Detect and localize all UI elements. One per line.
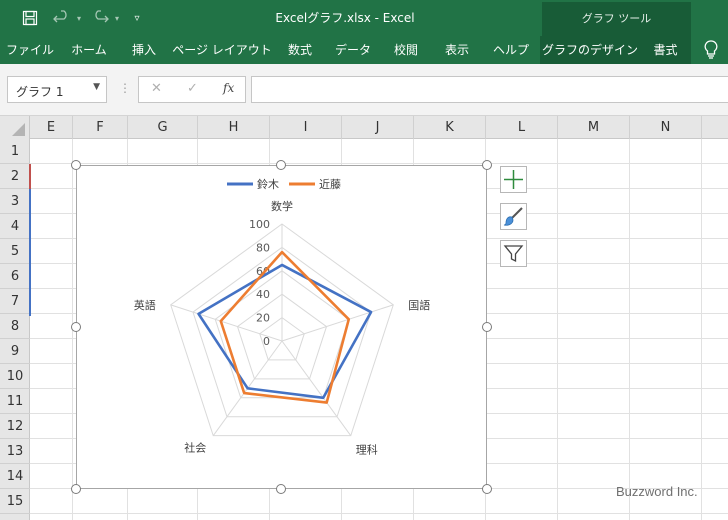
category-label: 理科 xyxy=(356,443,378,457)
radar-tick-label: 80 xyxy=(256,241,270,254)
plus-icon xyxy=(504,170,523,189)
row-header-9[interactable]: 9 xyxy=(0,339,30,364)
filter-funnel-icon xyxy=(503,245,524,263)
tab-3[interactable]: ページ レイアウト xyxy=(170,36,274,64)
tab-6[interactable]: 校閲 xyxy=(380,36,432,64)
tell-me-lightbulb-icon[interactable] xyxy=(704,40,724,60)
category-label: 国語 xyxy=(408,298,430,312)
resize-handle-bottom-left[interactable] xyxy=(71,484,81,494)
tab-9[interactable]: グラフのデザイン xyxy=(540,36,640,64)
select-all-button[interactable] xyxy=(0,116,30,139)
chevron-down-icon[interactable]: ▼ xyxy=(93,82,100,92)
enter-check-icon[interactable]: ✓ xyxy=(187,81,198,96)
formula-bar-grip-icon: ⋮ xyxy=(119,81,131,95)
column-header-M[interactable]: M xyxy=(558,116,630,139)
resize-handle-bottom-right[interactable] xyxy=(482,484,492,494)
row-header-10[interactable]: 10 xyxy=(0,364,30,389)
formula-input[interactable] xyxy=(251,76,728,103)
select-all-triangle-icon xyxy=(12,123,25,136)
column-header-G[interactable]: G xyxy=(128,116,198,139)
tab-8[interactable]: ヘルプ xyxy=(482,36,540,64)
ribbon-tabs: ファイル ホーム 挿入 ページ レイアウト 数式 データ 校閲 表示 ヘルプ グラフのデザイン 書式 xyxy=(0,36,728,64)
radar-chart[interactable]: 0 20 40 60 80 100 数学 国語 理科 社会 英語 鈴木 近藤 xyxy=(76,165,487,489)
legend-entry: 鈴木 xyxy=(257,177,279,191)
chart-styles-button[interactable] xyxy=(500,203,527,230)
resize-handle-right[interactable] xyxy=(482,322,492,332)
formula-bar-buttons: ✕ ✓ fx xyxy=(138,76,246,103)
watermark: Buzzword Inc. xyxy=(616,484,698,499)
name-box-value: グラフ 1 xyxy=(16,85,64,99)
row-header-6[interactable]: 6 xyxy=(0,264,30,289)
resize-handle-left[interactable] xyxy=(71,322,81,332)
column-header-E[interactable]: E xyxy=(30,116,73,139)
paintbrush-icon xyxy=(503,207,523,226)
tab-10[interactable]: 書式 xyxy=(640,36,691,64)
grid-row-line xyxy=(30,513,728,514)
resize-handle-top-left[interactable] xyxy=(71,160,81,170)
row-header-7[interactable]: 7 xyxy=(0,289,30,314)
row-header-14[interactable]: 14 xyxy=(0,464,30,489)
category-label: 数学 xyxy=(271,199,293,213)
chart-elements-button[interactable] xyxy=(500,166,527,193)
column-header-F[interactable]: F xyxy=(73,116,128,139)
tab-1[interactable]: ホーム xyxy=(60,36,118,64)
name-box[interactable]: グラフ 1 ▼ xyxy=(7,76,107,103)
radar-tick-label: 0 xyxy=(263,335,270,348)
column-header-J[interactable]: J xyxy=(342,116,414,139)
resize-handle-bottom[interactable] xyxy=(276,484,286,494)
row-header-2[interactable]: 2 xyxy=(0,164,30,189)
tab-5[interactable]: データ xyxy=(326,36,380,64)
radar-tick-label: 20 xyxy=(256,312,270,325)
row-header-13[interactable]: 13 xyxy=(0,439,30,464)
radar-tick-label: 40 xyxy=(256,288,270,301)
category-label: 英語 xyxy=(134,298,156,312)
chart-tools-label: グラフ ツール xyxy=(581,12,652,25)
row-header-4[interactable]: 4 xyxy=(0,214,30,239)
tab-7[interactable]: 表示 xyxy=(432,36,482,64)
radar-chart-svg: 020406080100数学国語理科社会英語鈴木 近藤 xyxy=(134,177,431,457)
column-header-N[interactable]: N xyxy=(630,116,702,139)
resize-handle-top[interactable] xyxy=(276,160,286,170)
cancel-icon[interactable]: ✕ xyxy=(151,81,162,96)
row-header-8[interactable]: 8 xyxy=(0,314,30,339)
column-header-H[interactable]: H xyxy=(198,116,270,139)
row-header-12[interactable]: 12 xyxy=(0,414,30,439)
row-header-15[interactable]: 15 xyxy=(0,489,30,514)
tab-2[interactable]: 挿入 xyxy=(118,36,170,64)
tab-4[interactable]: 数式 xyxy=(274,36,326,64)
column-header-I[interactable]: I xyxy=(270,116,342,139)
insert-function-icon[interactable]: fx xyxy=(223,81,234,95)
row-header-3[interactable]: 3 xyxy=(0,189,30,214)
selected-range-border-red xyxy=(29,164,32,189)
column-headers: EFGHIJKLMN xyxy=(0,116,728,139)
category-label: 社会 xyxy=(184,441,206,455)
row-header-1[interactable]: 1 xyxy=(0,139,30,164)
grid-row-line xyxy=(30,163,728,164)
column-header-K[interactable]: K xyxy=(414,116,486,139)
resize-handle-top-right[interactable] xyxy=(482,160,492,170)
title-bar: ▾ ▾ ▿ Excelグラフ.xlsx - Excel グラフ ツール xyxy=(0,0,728,36)
row-headers: 1 2 3 4 5 6 7 8 9 10 11 12 13 14 15 xyxy=(0,139,30,520)
legend-entry: 近藤 xyxy=(319,178,341,191)
chart-filters-button[interactable] xyxy=(500,240,527,267)
column-header-L[interactable]: L xyxy=(486,116,558,139)
tab-0[interactable]: ファイル xyxy=(0,36,60,64)
row-header-11[interactable]: 11 xyxy=(0,389,30,414)
radar-spoke xyxy=(281,304,394,342)
formula-bar: グラフ 1 ▼ ⋮ ✕ ✓ fx xyxy=(0,64,728,116)
radar-tick-label: 100 xyxy=(249,218,270,231)
row-header-5[interactable]: 5 xyxy=(0,239,30,264)
